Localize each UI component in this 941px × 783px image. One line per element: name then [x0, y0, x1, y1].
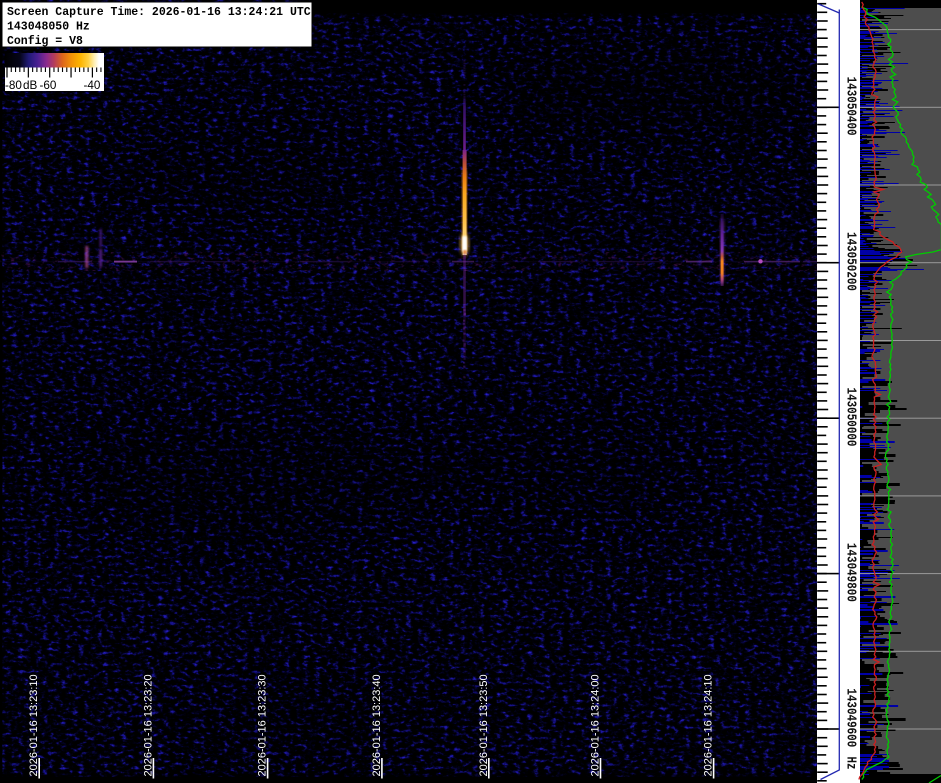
- svg-text:Hz: Hz: [843, 756, 859, 769]
- svg-text:143050200: 143050200: [843, 232, 859, 291]
- svg-text:Screen Capture Time: 2026-01-1: Screen Capture Time: 2026-01-16 13:24:21…: [7, 6, 311, 19]
- svg-text:143050000: 143050000: [843, 388, 859, 447]
- svg-text:-80: -80: [5, 79, 22, 92]
- svg-text:Config = V8: Config = V8: [7, 35, 83, 48]
- svg-text:-40: -40: [84, 79, 101, 92]
- svg-text:143049800: 143049800: [843, 543, 859, 602]
- svg-text:2026-01-16 13:24:00: 2026-01-16 13:24:00: [590, 674, 602, 776]
- svg-text:2026-01-16 13:23:30: 2026-01-16 13:23:30: [257, 674, 269, 776]
- svg-text:2026-01-16 13:23:20: 2026-01-16 13:23:20: [142, 674, 154, 776]
- svg-text:143050400: 143050400: [843, 77, 859, 136]
- svg-text:2026-01-16 13:24:10: 2026-01-16 13:24:10: [703, 674, 715, 776]
- svg-text:143048050 Hz: 143048050 Hz: [7, 21, 90, 34]
- svg-text:143049600: 143049600: [843, 688, 859, 747]
- svg-text:2026-01-16 13:23:40: 2026-01-16 13:23:40: [371, 674, 383, 776]
- svg-text:dB: dB: [23, 79, 38, 92]
- svg-text:2026-01-16 13:23:10: 2026-01-16 13:23:10: [28, 674, 40, 776]
- svg-text:-60: -60: [40, 79, 57, 92]
- svg-text:2026-01-16 13:23:50: 2026-01-16 13:23:50: [478, 674, 490, 776]
